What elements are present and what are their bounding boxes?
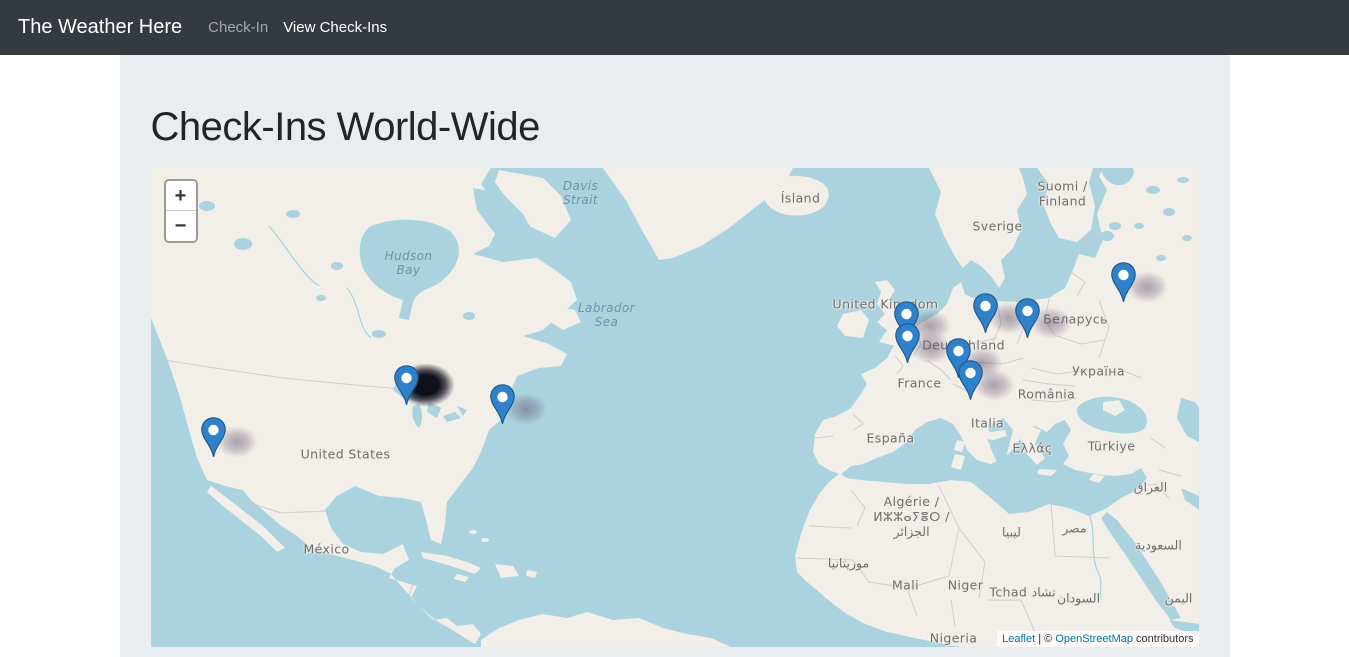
nav-links: Check-InView Check-Ins xyxy=(208,19,402,37)
navbar-brand[interactable]: The Weather Here xyxy=(18,16,182,39)
nav-link-view-check-ins[interactable]: View Check-Ins xyxy=(283,15,387,40)
main-container: Check-Ins World-Wide xyxy=(120,55,1230,657)
map-marker-icon[interactable] xyxy=(201,417,226,458)
map-marker-icon[interactable] xyxy=(490,384,515,425)
navbar: The Weather Here Check-InView Check-Ins xyxy=(0,0,1349,55)
page-title: Check-Ins World-Wide xyxy=(151,103,1199,151)
map-marker-icon[interactable] xyxy=(973,293,998,334)
map-marker-icon[interactable] xyxy=(1015,298,1040,339)
attribution-contributors: contributors xyxy=(1133,633,1194,645)
map-marker-icon[interactable] xyxy=(394,365,419,406)
map-attribution: Leaflet | © OpenStreetMap contributors xyxy=(997,631,1198,647)
map[interactable]: Davis StraitHudson BayLabrador SeaÍsland… xyxy=(151,168,1199,647)
map-tiles xyxy=(151,168,1199,647)
openstreetmap-link[interactable]: OpenStreetMap xyxy=(1055,633,1133,645)
nav-link-check-in[interactable]: Check-In xyxy=(208,15,268,40)
leaflet-link[interactable]: Leaflet xyxy=(1002,633,1035,645)
map-marker-icon[interactable] xyxy=(958,360,983,401)
zoom-out-button[interactable]: − xyxy=(166,211,196,241)
map-marker-icon[interactable] xyxy=(1111,262,1136,303)
zoom-in-button[interactable]: + xyxy=(166,181,196,211)
attribution-divider: | © xyxy=(1035,633,1055,645)
map-marker-icon[interactable] xyxy=(895,323,920,364)
zoom-control: + − xyxy=(164,179,198,243)
